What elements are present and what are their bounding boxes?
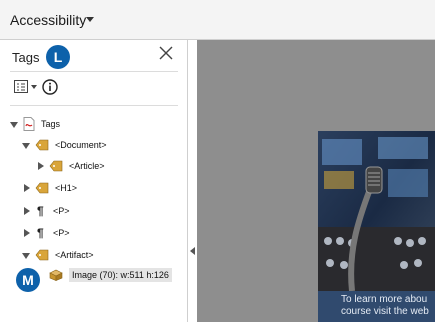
tree-item-label: Image (70): w:511 h:126 [69, 268, 172, 282]
collapsed-arrow-icon[interactable] [36, 161, 45, 171]
info-icon[interactable] [42, 79, 58, 95]
panel-title: Tags [12, 50, 40, 65]
content-box-icon [49, 269, 63, 281]
caption-line: To learn more abou [341, 294, 428, 305]
tree-item-label: <H1> [55, 183, 78, 193]
tree-item-p[interactable]: ¶ <P> [22, 203, 70, 219]
tree-item-label: Tags [41, 119, 61, 129]
tree-item-label: <Artifact> [55, 250, 94, 260]
paragraph-icon: ¶ [37, 226, 44, 240]
close-icon[interactable] [158, 45, 174, 61]
tree-item-document[interactable]: <Document> [22, 137, 107, 153]
tree-item-label: <P> [53, 206, 70, 216]
paragraph-icon: ¶ [37, 204, 44, 218]
divider [10, 105, 178, 106]
pdf-file-icon [23, 117, 35, 131]
expand-arrow-icon[interactable] [22, 251, 31, 260]
callout-badge-l: L [46, 45, 70, 69]
caption-line: course visit the web [341, 306, 429, 317]
collapse-panel-icon[interactable] [190, 247, 195, 255]
expand-arrow-icon[interactable] [22, 141, 31, 150]
tags-panel: Tags L Tags <Document> <Article> <H1> ¶ … [0, 40, 188, 322]
tree-item-label: <Article> [69, 161, 105, 171]
image-caption: To learn more abou course visit the web [318, 291, 435, 322]
panel-menu-title[interactable]: Accessibility [10, 12, 86, 28]
collapsed-arrow-icon[interactable] [22, 228, 31, 238]
tree-item-image[interactable]: Image (70): w:511 h:126 [45, 267, 172, 283]
tree-item-label: <P> [53, 228, 70, 238]
document-view[interactable]: To learn more abou course visit the web [197, 40, 435, 322]
panel-menu-bar: Accessibility [0, 0, 435, 40]
tree-item-p[interactable]: ¶ <P> [22, 225, 70, 241]
divider [10, 71, 178, 72]
tag-icon [49, 160, 63, 172]
tag-icon [35, 139, 49, 151]
tree-item-h1[interactable]: <H1> [22, 180, 77, 196]
tag-icon [35, 182, 49, 194]
expand-arrow-icon[interactable] [10, 120, 19, 129]
studio-microphone-photo [318, 131, 435, 292]
tree-item-label: <Document> [55, 140, 107, 150]
collapsed-arrow-icon[interactable] [22, 183, 31, 193]
options-menu-icon[interactable] [14, 80, 38, 94]
tag-icon [35, 249, 49, 261]
tree-item-tags-root[interactable]: Tags [10, 116, 60, 132]
chevron-down-icon[interactable] [86, 17, 94, 22]
page-image: To learn more abou course visit the web [318, 131, 435, 322]
collapsed-arrow-icon[interactable] [22, 206, 31, 216]
tree-item-artifact[interactable]: <Artifact> [22, 247, 94, 263]
tree-item-article[interactable]: <Article> [36, 158, 105, 174]
callout-badge-m: M [16, 268, 40, 292]
